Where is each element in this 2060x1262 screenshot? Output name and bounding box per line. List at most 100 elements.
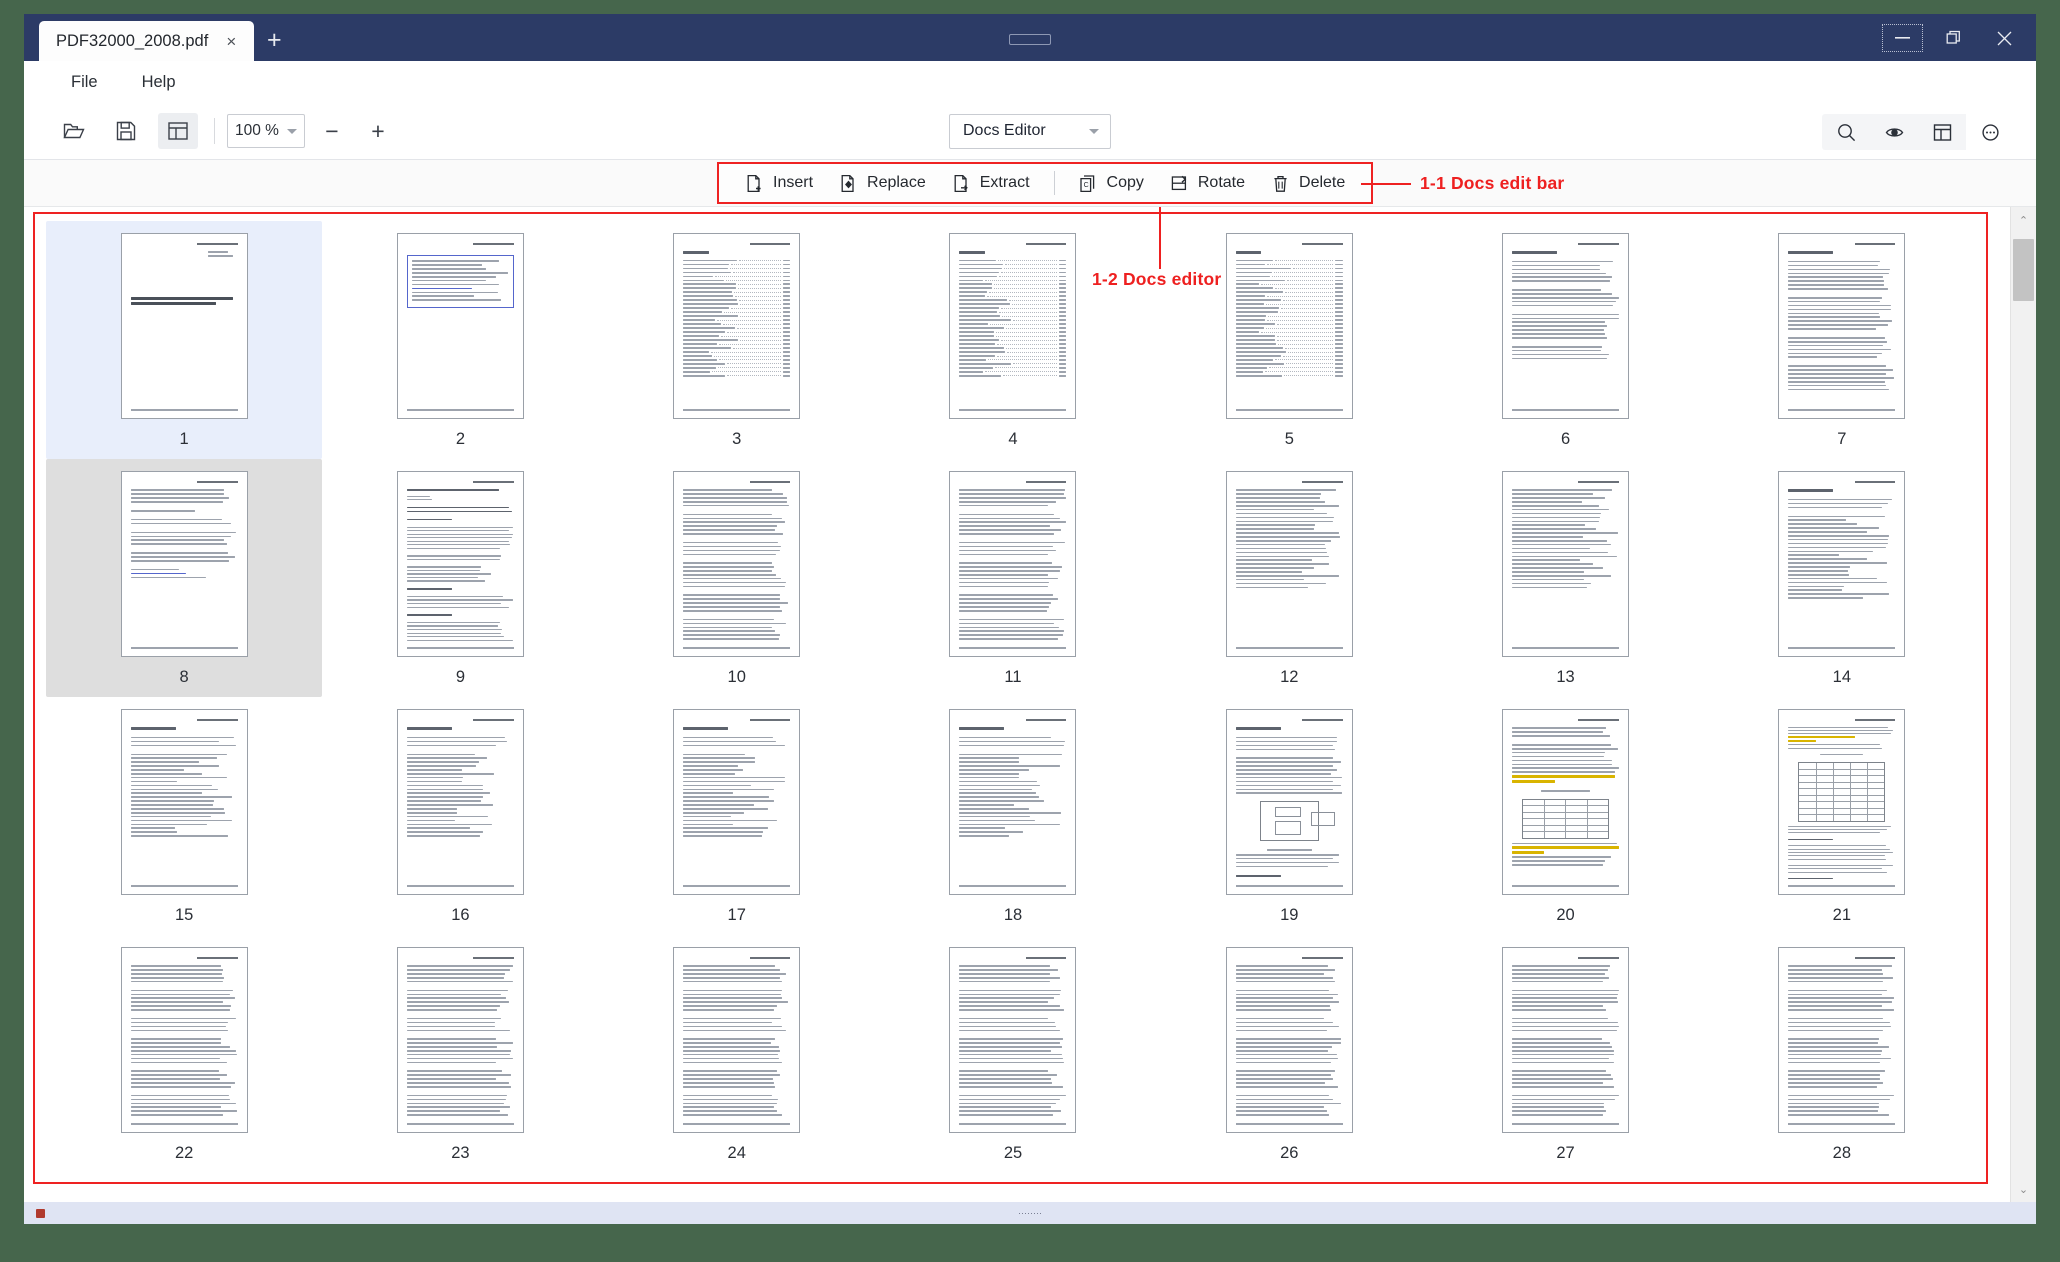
thumbnail-page-28[interactable]: 28 (1704, 935, 1980, 1173)
vertical-scrollbar[interactable]: ⌃ ⌄ (2010, 207, 2036, 1202)
thumbnail-page-1[interactable]: 1 (46, 221, 322, 459)
tab-pdf32000[interactable]: PDF32000_2008.pdf × (39, 21, 254, 61)
docs-edit-bar: Insert Replace Extract C (717, 162, 1373, 204)
page-number-label: 11 (1004, 668, 1021, 687)
page-number-label: 3 (732, 430, 741, 449)
thumbnail-page-16[interactable]: 16 (322, 697, 598, 935)
page-number-label: 9 (456, 668, 465, 687)
thumbnail-page-22[interactable]: 22 (46, 935, 322, 1173)
zoom-out-button[interactable]: − (313, 113, 351, 149)
thumbnail-page-18[interactable]: 18 (875, 697, 1151, 935)
page-preview (1778, 947, 1905, 1133)
thumbnail-page-6[interactable]: 6 (1427, 221, 1703, 459)
thumbnail-page-2[interactable]: 2 (322, 221, 598, 459)
thumbnail-page-3[interactable]: 3 (599, 221, 875, 459)
page-number-label: 26 (1280, 1144, 1298, 1163)
page-number-label: 25 (1004, 1144, 1022, 1163)
thumbnail-page-14[interactable]: 14 (1704, 459, 1980, 697)
new-tab-icon[interactable]: + (254, 20, 294, 60)
restore-button[interactable] (1930, 21, 1977, 55)
page-preview (397, 947, 524, 1133)
delete-label: Delete (1299, 174, 1345, 192)
menu-item-file[interactable]: File (54, 67, 115, 98)
replace-page-button[interactable]: Replace (827, 166, 938, 200)
page-preview (673, 471, 800, 657)
close-button[interactable] (1981, 21, 2028, 55)
page-number-label: 23 (451, 1144, 469, 1163)
view-eye-icon[interactable] (1870, 114, 1918, 150)
page-preview (673, 947, 800, 1133)
docs-edit-bar-row: Insert Replace Extract C (24, 160, 2036, 207)
toolbar-divider (214, 118, 215, 144)
thumbnail-page-7[interactable]: 7 (1704, 221, 1980, 459)
page-layout-icon[interactable] (158, 113, 198, 149)
thumbnail-page-5[interactable]: 5 (1151, 221, 1427, 459)
thumbnail-page-12[interactable]: 12 (1151, 459, 1427, 697)
thumbnail-page-19[interactable]: 19 (1151, 697, 1427, 935)
replace-label: Replace (867, 174, 926, 192)
zoom-level-select[interactable]: 100 % (227, 114, 305, 148)
page-number-label: 28 (1833, 1144, 1851, 1163)
thumbnail-page-10[interactable]: 10 (599, 459, 875, 697)
thumbnail-page-8[interactable]: 8 (46, 459, 322, 697)
scroll-down-arrow-icon[interactable]: ⌄ (2011, 1176, 2036, 1202)
insert-label: Insert (773, 174, 813, 192)
delete-page-button[interactable]: Delete (1259, 166, 1357, 200)
scrollbar-thumb[interactable] (2013, 239, 2034, 301)
close-tab-icon[interactable]: × (218, 28, 244, 54)
tab-label: PDF32000_2008.pdf (56, 32, 208, 51)
status-text: ········ (1018, 1208, 1042, 1218)
panel-layout-icon[interactable] (1918, 114, 1966, 150)
page-preview (397, 233, 524, 419)
search-icon[interactable] (1822, 114, 1870, 150)
application-window: PDF32000_2008.pdf × + File Help (24, 14, 2036, 1224)
more-options-icon[interactable] (1966, 114, 2014, 150)
zoom-in-button[interactable]: + (359, 113, 397, 149)
thumbnail-page-4[interactable]: 4 (875, 221, 1151, 459)
menu-item-help[interactable]: Help (125, 67, 193, 98)
page-number-label: 5 (1285, 430, 1294, 449)
thumbnail-page-25[interactable]: 25 (875, 935, 1151, 1173)
scrollbar-track[interactable] (2011, 233, 2036, 1176)
rotate-label: Rotate (1198, 174, 1245, 192)
annotation-1-1-leader (1361, 183, 1411, 185)
edit-bar-divider (1054, 171, 1055, 195)
extract-page-button[interactable]: Extract (940, 166, 1042, 200)
thumbnail-page-20[interactable]: 20 (1427, 697, 1703, 935)
thumbnail-page-26[interactable]: 26 (1151, 935, 1427, 1173)
thumbnail-page-11[interactable]: 11 (875, 459, 1151, 697)
status-bar: ········ (24, 1202, 2036, 1224)
main-toolbar: 100 % − + Docs Editor (24, 103, 2036, 160)
thumbnail-page-13[interactable]: 13 (1427, 459, 1703, 697)
thumbnail-page-15[interactable]: 15 (46, 697, 322, 935)
thumbnail-page-17[interactable]: 17 (599, 697, 875, 935)
thumbnail-page-21[interactable]: 21 (1704, 697, 1980, 935)
minimize-button[interactable] (1879, 21, 1926, 55)
page-number-label: 13 (1556, 668, 1574, 687)
scroll-up-arrow-icon[interactable]: ⌃ (2011, 207, 2036, 233)
rotate-page-button[interactable]: Rotate (1158, 166, 1257, 200)
save-disk-icon[interactable] (106, 113, 146, 149)
thumbnail-page-27[interactable]: 27 (1427, 935, 1703, 1173)
editor-mode-select[interactable]: Docs Editor (949, 114, 1111, 149)
page-number-label: 4 (1008, 430, 1017, 449)
copy-page-button[interactable]: C Copy (1067, 166, 1156, 200)
open-folder-icon[interactable] (54, 113, 94, 149)
thumbnail-grid[interactable]: 1234567891011121314151617181920212223242… (24, 207, 2010, 1202)
page-number-label: 24 (728, 1144, 746, 1163)
extract-label: Extract (980, 174, 1030, 192)
page-preview (1226, 233, 1353, 419)
page-number-label: 22 (175, 1144, 193, 1163)
insert-page-button[interactable]: Insert (733, 166, 825, 200)
page-preview (397, 471, 524, 657)
page-preview (1502, 471, 1629, 657)
thumbnail-page-24[interactable]: 24 (599, 935, 875, 1173)
window-drag-handle[interactable] (1009, 34, 1051, 45)
page-number-label: 12 (1280, 668, 1298, 687)
thumbnail-page-9[interactable]: 9 (322, 459, 598, 697)
page-preview (949, 709, 1076, 895)
page-number-label: 7 (1837, 430, 1846, 449)
status-indicator-icon (36, 1209, 45, 1218)
thumbnail-page-23[interactable]: 23 (322, 935, 598, 1173)
annotation-1-1-label: 1-1 Docs edit bar (1420, 173, 1564, 194)
